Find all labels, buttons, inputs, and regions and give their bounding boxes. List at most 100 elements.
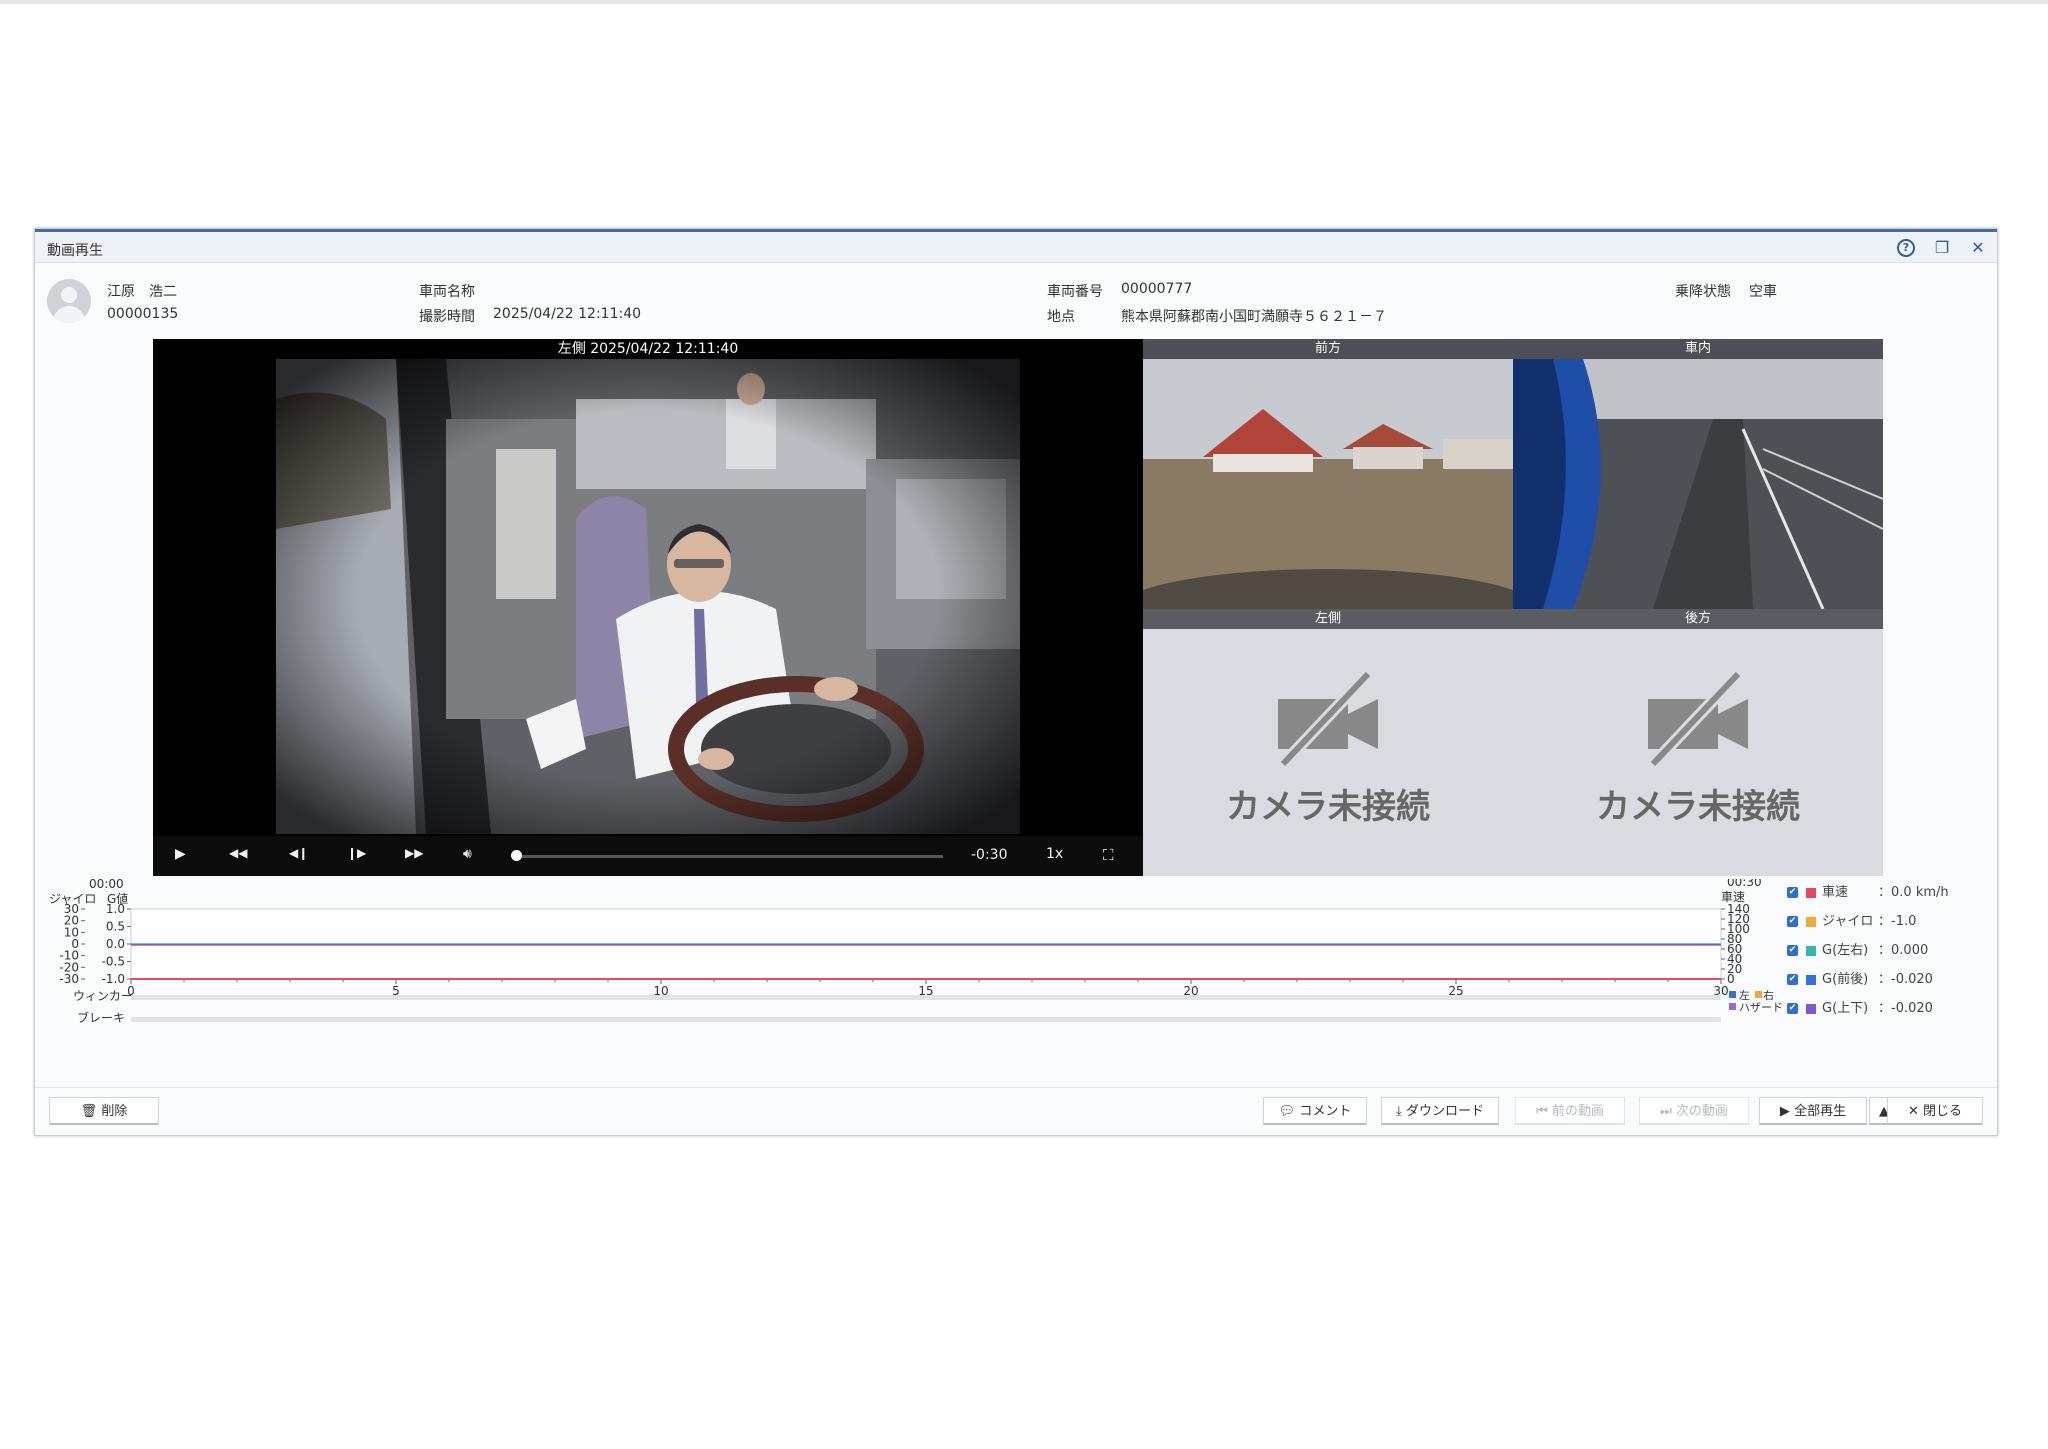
help-icon[interactable]: ?: [1897, 239, 1915, 257]
series-swatch: [1806, 1003, 1816, 1014]
vehicle-number-value: 00000777: [1121, 281, 1193, 297]
footer-toolbar: 🗑︎ 削除 💬︎ コメント ⤓ ダウンロード ⏮︎ 前の動画 ⏭︎ 次の動画 ▶…: [35, 1087, 1997, 1128]
series-name: G(上下): [1822, 1001, 1869, 1016]
time-remaining: -0:30: [971, 847, 1008, 863]
series-name: G(前後): [1822, 972, 1869, 987]
scan-edge: [0, 0, 2048, 4]
video-playback-window: 動画再生 ? ❐ ✕ 江原 浩二 00000135 車両名称 撮影時間 2025…: [34, 228, 1998, 1136]
series-checkbox[interactable]: ✔: [1787, 1003, 1798, 1014]
camera-left-label: 左側: [1143, 609, 1513, 629]
skip-prev-icon: ⏮︎: [1536, 1104, 1552, 1119]
series-value: -0.020: [1891, 1001, 1933, 1016]
rewind-icon[interactable]: ◀◀: [229, 846, 247, 860]
chart-end-label: 00:30: [1727, 879, 1762, 889]
series-value: -1.0: [1891, 914, 1917, 929]
step-back-icon[interactable]: ◀❙: [289, 846, 308, 860]
comment-button[interactable]: 💬︎ コメント: [1263, 1097, 1367, 1125]
hazard-swatch: [1729, 1003, 1736, 1010]
location-value: 熊本県阿蘇郡南小国町満願寺５６２１－７: [1121, 309, 1387, 325]
comment-icon: 💬︎: [1278, 1104, 1300, 1119]
chart-start-label: 00:00: [89, 879, 124, 891]
avatar: [47, 279, 91, 323]
camera-off-icon: [1278, 669, 1378, 769]
camera-off-icon: [1648, 669, 1748, 769]
camera-front[interactable]: 前方: [1143, 339, 1513, 609]
camera-left-status: カメラ未接続: [1226, 787, 1430, 827]
camera-rear[interactable]: 後方 カメラ未接続: [1513, 609, 1883, 876]
play-icon[interactable]: ▶: [175, 846, 186, 862]
legend-row[interactable]: ✔ 車速 ：0.0 km/h: [1787, 881, 1949, 900]
g-tick-label: -1.0: [102, 972, 125, 986]
shot-time-label: 撮影時間: [419, 309, 475, 325]
series-value: 0.0 km/h: [1891, 885, 1949, 900]
series-swatch: [1806, 916, 1816, 927]
brake-label: ブレーキ: [77, 1010, 125, 1025]
restore-icon[interactable]: ❐: [1933, 239, 1951, 257]
legend-row[interactable]: ✔ G(前後) ：-0.020: [1787, 968, 1933, 987]
hazard-legend: ハザード: [1739, 1001, 1783, 1014]
speed-button[interactable]: 1x: [1046, 846, 1063, 862]
series-separator: ：: [1878, 1001, 1892, 1016]
seek-handle[interactable]: [511, 850, 522, 861]
brake-track: [131, 1017, 1721, 1022]
play-all-button[interactable]: ▶ 全部再生: [1759, 1097, 1867, 1125]
window-title: 動画再生: [47, 243, 103, 259]
legend-row[interactable]: ✔ G(上下) ：-0.020: [1787, 997, 1933, 1016]
camera-left[interactable]: 左側 カメラ未接続: [1143, 609, 1513, 876]
series-separator: ：: [1878, 972, 1892, 987]
winker-right-swatch: [1755, 991, 1762, 998]
interior-camera-scene: [1513, 359, 1883, 609]
camera-interior[interactable]: 車内: [1513, 339, 1883, 609]
next-video-button[interactable]: ⏭︎ 次の動画: [1639, 1097, 1749, 1125]
series-checkbox[interactable]: ✔: [1787, 916, 1798, 927]
step-forward-icon[interactable]: ❙▶: [347, 846, 366, 860]
seek-bar[interactable]: [513, 855, 943, 858]
fast-forward-icon[interactable]: ▶▶: [405, 846, 423, 860]
winker-track: [131, 995, 1721, 1000]
series-value: -0.020: [1891, 972, 1933, 987]
player-controls: ▶ ◀◀ ◀❙ ❙▶ ▶▶ 🔊︎ -0:30 1x ⛶: [153, 836, 1143, 876]
front-camera-scene: [1143, 359, 1513, 609]
fullscreen-icon[interactable]: ⛶: [1103, 846, 1114, 864]
driver-id: 00000135: [107, 306, 179, 322]
series-swatch: [1806, 887, 1816, 898]
winker-right-legend: 右: [1763, 988, 1774, 1002]
camera-rear-status: カメラ未接続: [1596, 787, 1800, 827]
g-tick-label: 0.5: [106, 920, 125, 934]
close-icon[interactable]: ✕: [1969, 239, 1987, 257]
driver-name: 江原 浩二: [107, 284, 177, 300]
series-name: ジャイロ: [1822, 914, 1874, 929]
series-checkbox[interactable]: ✔: [1787, 887, 1798, 898]
vehicle-number-label: 車両番号: [1047, 284, 1103, 300]
sensor-legend: ✔ 車速 ：0.0 km/h ✔ ジャイロ ：-1.0 ✔ G(左右) ：0.000 ✔ G(前後)…: [1787, 879, 1987, 1029]
ride-status-value: 空車: [1749, 284, 1777, 300]
main-video-frame[interactable]: [276, 359, 1020, 834]
series-name: G(左右): [1822, 943, 1869, 958]
series-checkbox[interactable]: ✔: [1787, 974, 1798, 985]
close-button[interactable]: ✕ 閉じる: [1887, 1097, 1983, 1125]
play-all-icon: ▶: [1779, 1104, 1795, 1119]
camera-front-label: 前方: [1143, 339, 1513, 359]
sensor-chart-area: 00:00 00:30 ジャイロ G値 車速 30 20 10 0 -10 -20 -30 …: [35, 875, 1997, 1029]
g-tick-label: -0.5: [102, 955, 125, 969]
sensor-chart[interactable]: 00:00 00:30 ジャイロ G値 車速 3020100-10-20-30 …: [35, 875, 1815, 1029]
series-name: 車速: [1822, 885, 1849, 900]
vehicle-name-label: 車両名称: [419, 284, 475, 300]
prev-video-button[interactable]: ⏮︎ 前の動画: [1515, 1097, 1625, 1125]
download-icon: ⤓: [1396, 1104, 1406, 1119]
gyro-tick-label: -30: [59, 972, 79, 986]
download-button[interactable]: ⤓ ダウンロード: [1381, 1097, 1499, 1125]
winker-left-swatch: [1729, 991, 1736, 998]
volume-icon[interactable]: 🔊︎: [463, 846, 472, 862]
delete-button[interactable]: 🗑︎ 削除: [49, 1097, 159, 1125]
g-tick-label: 1.0: [106, 902, 125, 916]
series-swatch: [1806, 974, 1816, 985]
series-value: 0.000: [1891, 943, 1929, 958]
ride-status-label: 乗降状態: [1675, 284, 1731, 300]
skip-next-icon: ⏭︎: [1660, 1104, 1676, 1119]
shot-time-value: 2025/04/22 12:11:40: [493, 306, 642, 322]
series-checkbox[interactable]: ✔: [1787, 945, 1798, 956]
legend-row[interactable]: ✔ ジャイロ ：-1.0: [1787, 910, 1916, 929]
main-video-player[interactable]: 左側 2025/04/22 12:11:40 ▶ ◀◀ ◀❙ ❙▶ ▶▶ 🔊︎ …: [153, 339, 1143, 876]
legend-row[interactable]: ✔ G(左右) ：0.000: [1787, 939, 1928, 958]
